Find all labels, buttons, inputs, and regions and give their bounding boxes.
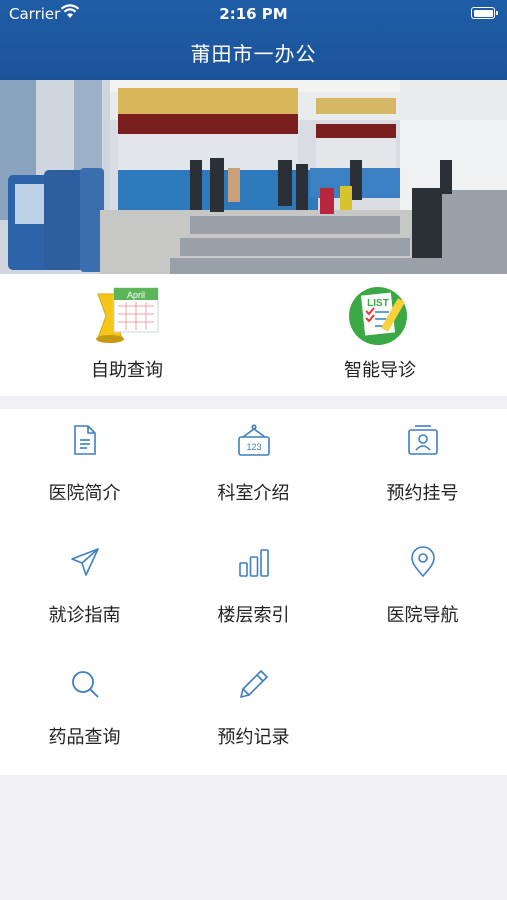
menu-item-department-intro[interactable]: 123 科室介绍 [169, 409, 338, 531]
menu-item-hospital-navigation[interactable]: 医院导航 [338, 531, 507, 653]
banner-image [0, 80, 507, 274]
location-pin-icon [406, 545, 440, 579]
menu-item-drug-search[interactable]: 药品查询 [0, 653, 169, 775]
menu-item-floor-index[interactable]: 楼层索引 [169, 531, 338, 653]
calendar-hourglass-icon: April [47, 284, 207, 352]
nav-header: Carrier 2:16 PM 莆田市一办公 [0, 0, 507, 80]
checklist-title-text: LIST [367, 298, 389, 309]
menu-item-appointment-records[interactable]: 预约记录 [169, 653, 338, 775]
menu-item-label: 预约记录 [217, 727, 290, 748]
paper-plane-icon [68, 545, 102, 579]
menu-item-label: 药品查询 [48, 727, 121, 748]
bar-chart-icon [237, 545, 271, 579]
clock: 2:16 PM [219, 5, 288, 23]
pencil-icon [237, 667, 271, 701]
quick-action-label: 自助查询 [91, 360, 163, 381]
menu-grid: 医院简介 123 科室介绍 预约挂号 就诊指南 楼层索引 医院导航 药品查询 预… [0, 409, 507, 775]
menu-item-hospital-intro[interactable]: 医院简介 [0, 409, 169, 531]
search-icon [68, 667, 102, 701]
menu-item-label: 就诊指南 [48, 605, 121, 626]
signboard-icon: 123 [237, 423, 271, 457]
signboard-number-text: 123 [246, 442, 261, 452]
quick-actions-panel: April 自助查询 LIST 智能导诊 [0, 274, 507, 396]
menu-item-visit-guide[interactable]: 就诊指南 [0, 531, 169, 653]
menu-item-label: 医院导航 [386, 605, 459, 626]
id-card-icon [406, 423, 440, 457]
calendar-month-text: April [127, 290, 145, 300]
document-icon [68, 423, 102, 457]
menu-item-label: 科室介绍 [217, 483, 290, 504]
checklist-icon: LIST [300, 284, 460, 352]
battery-icon [471, 7, 498, 19]
quick-action-label: 智能导诊 [344, 360, 416, 381]
status-bar: Carrier 2:16 PM [0, 0, 507, 30]
quick-action-smart-triage[interactable]: LIST 智能导诊 [300, 284, 460, 382]
menu-item-label: 楼层索引 [217, 605, 290, 626]
menu-item-appointment[interactable]: 预约挂号 [338, 409, 507, 531]
page-title: 莆田市一办公 [190, 42, 317, 66]
quick-action-self-query[interactable]: April 自助查询 [47, 284, 207, 382]
menu-item-label: 预约挂号 [386, 483, 459, 504]
menu-item-label: 医院简介 [48, 483, 121, 504]
